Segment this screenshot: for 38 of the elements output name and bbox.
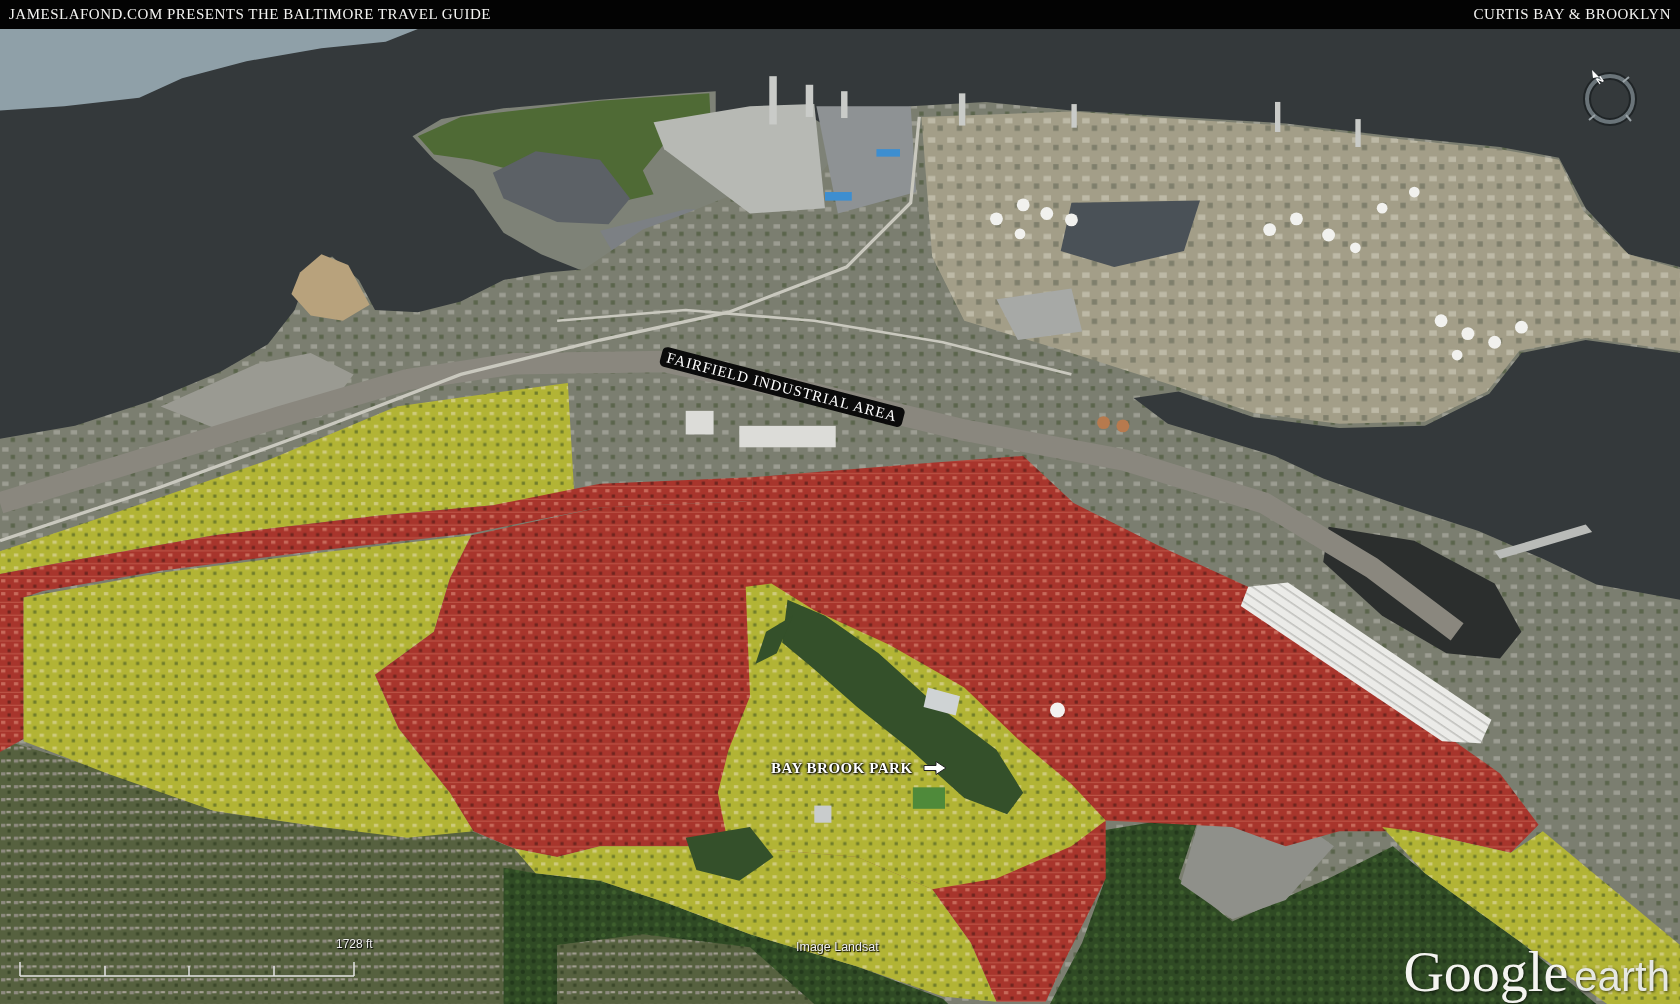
logo-product-name: earth bbox=[1574, 956, 1670, 998]
pier bbox=[1275, 101, 1281, 132]
compass-label: N bbox=[1595, 74, 1606, 87]
storage-tank bbox=[1515, 320, 1528, 334]
park-building bbox=[923, 687, 960, 716]
pier bbox=[805, 84, 814, 117]
pier bbox=[1355, 119, 1361, 147]
water-tower bbox=[1050, 702, 1065, 718]
pier bbox=[769, 76, 777, 125]
storage-tank bbox=[1434, 314, 1448, 328]
storage-tank bbox=[1290, 212, 1303, 226]
storage-tank bbox=[1097, 416, 1110, 430]
location-title: CURTIS BAY & BROOKLYN bbox=[1473, 6, 1671, 23]
rooftop bbox=[876, 149, 900, 157]
storage-tank bbox=[1350, 242, 1361, 254]
storage-tank bbox=[1040, 207, 1054, 220]
pier bbox=[841, 91, 848, 119]
storage-tank bbox=[1322, 228, 1335, 242]
storage-tank bbox=[990, 212, 1003, 226]
storage-tank bbox=[1263, 223, 1277, 236]
storage-tank bbox=[1376, 202, 1388, 214]
storage-tank bbox=[1488, 335, 1502, 349]
pier bbox=[1071, 104, 1077, 128]
sports-field bbox=[912, 787, 945, 809]
storage-tank bbox=[1016, 198, 1030, 212]
storage-tank bbox=[1014, 228, 1026, 240]
park-label: BAY BROOK PARK bbox=[771, 759, 913, 777]
guide-title: JAMESLAFOND.COM PRESENTS THE BALTIMORE TRAVEL GUIDE bbox=[9, 6, 491, 23]
storage-tank bbox=[1408, 186, 1420, 198]
storage-tank bbox=[1461, 327, 1475, 341]
imagery-credit: Image Landsat bbox=[796, 940, 879, 954]
arrow-icon bbox=[922, 760, 947, 776]
scale-label: 1728 ft bbox=[336, 937, 373, 951]
rooftop bbox=[825, 192, 852, 201]
storage-tank bbox=[1451, 349, 1463, 361]
pier bbox=[958, 93, 966, 126]
storage-tank bbox=[1116, 419, 1130, 433]
storage-tank bbox=[1065, 213, 1078, 227]
